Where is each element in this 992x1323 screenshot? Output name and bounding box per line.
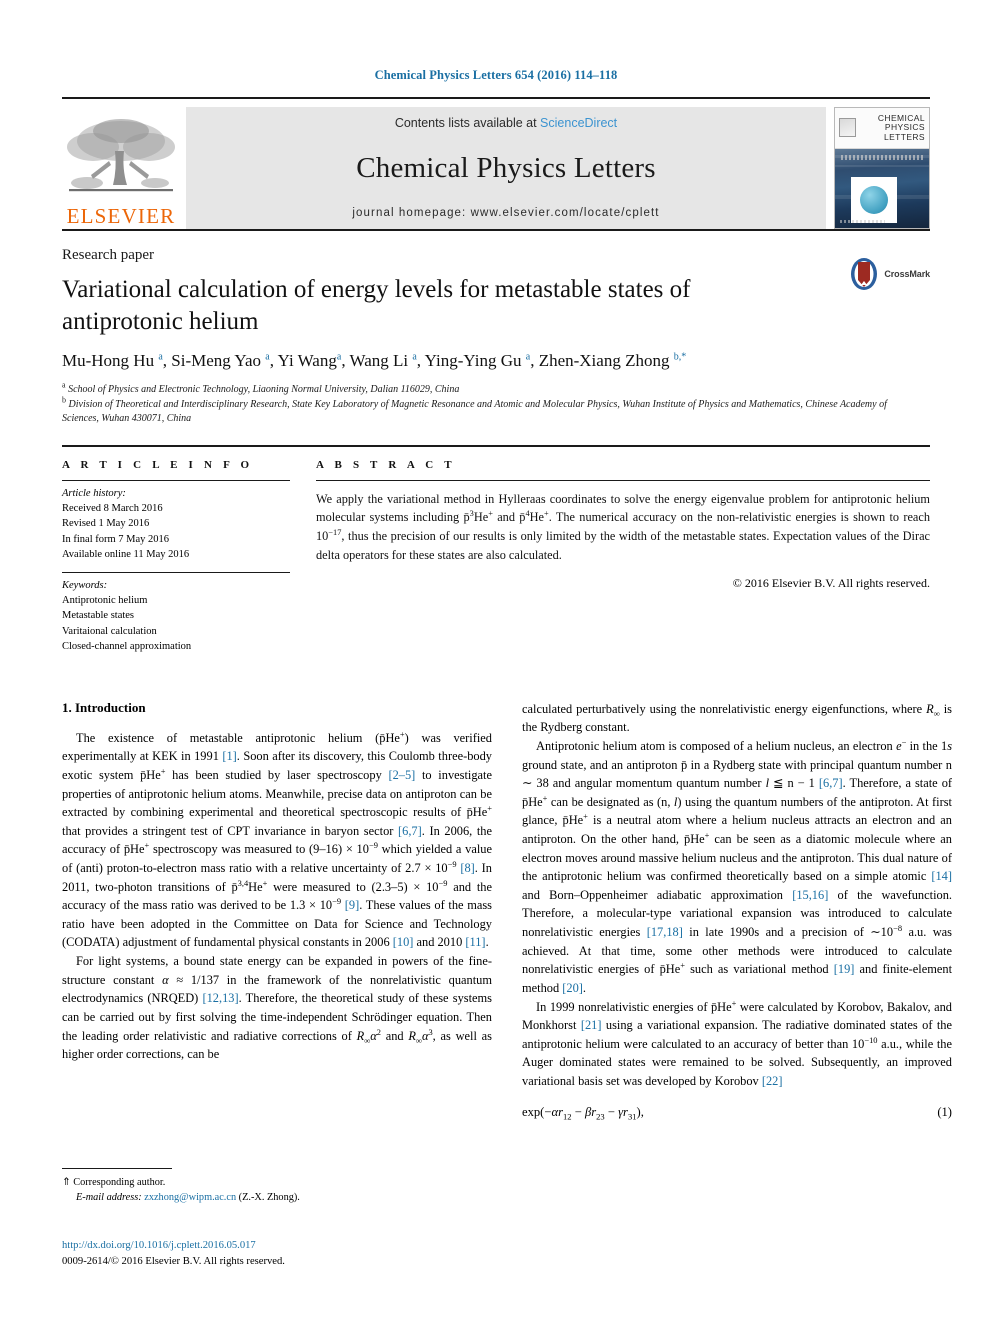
cover-strip	[835, 164, 929, 167]
email-note: E-mail address: zxzhong@wipm.ac.cn (Z.-X…	[62, 1190, 492, 1205]
keywords-label: Keywords:	[62, 579, 108, 591]
cover-molecule-image	[851, 176, 897, 223]
crossmark-label: CrossMark	[884, 269, 930, 279]
title-block: Research paper Variational calculation o…	[62, 229, 930, 427]
contents-prefix: Contents lists available at	[394, 116, 541, 130]
cover-caption-bar	[841, 154, 923, 160]
footnote-block: ⇑ Corresponding author. E-mail address: …	[62, 1168, 492, 1206]
doi-link[interactable]: http://dx.doi.org/10.1016/j.cplett.2016.…	[62, 1238, 492, 1254]
abstract-text: We apply the variational method in Hylle…	[316, 491, 930, 562]
keyword-item: Antiprotonic helium	[62, 594, 148, 606]
elsevier-tree-icon	[67, 119, 175, 192]
paragraph: Antiprotonic helium atom is composed of …	[522, 736, 953, 995]
contents-available-line: Contents lists available at ScienceDirec…	[395, 116, 617, 130]
journal-homepage-link[interactable]: journal homepage: www.elsevier.com/locat…	[352, 207, 659, 219]
paper-page: Chemical Physics Letters 654 (2016) 114–…	[0, 0, 992, 1323]
affiliation-b: b Division of Theoretical and Interdisci…	[62, 395, 887, 425]
email-label: E-mail address:	[76, 1192, 142, 1204]
paragraph: For light systems, a bound state energy …	[62, 954, 492, 1062]
abstract-heading: A B S T R A C T	[316, 458, 456, 471]
equation-expression: exp(−αr12 − βr23 − γr31),	[522, 1104, 644, 1122]
article-history-group: Article history: Received 8 March 2016 R…	[62, 481, 290, 572]
cover-globe	[860, 185, 888, 214]
paragraph: In 1999 nonrelativistic energies of p̄He…	[522, 997, 952, 1088]
article-info-column: A R T I C L E I N F O Article history: R…	[62, 459, 290, 664]
author-list: Mu-Hong Hu a, Si-Meng Yao a, Yi Wanga, W…	[62, 351, 687, 370]
corresponding-author-text: Corresponding author.	[73, 1177, 166, 1188]
keyword-item: Metastable states	[62, 610, 135, 622]
article-history-label: Article history:	[62, 487, 126, 499]
affiliation-a-text: School of Physics and Electronic Technol…	[68, 384, 460, 395]
keywords-group: Keywords: Antiprotonic helium Metastable…	[62, 573, 290, 664]
section-heading-introduction: 1. Introduction	[62, 699, 146, 715]
journal-title: Chemical Physics Letters	[356, 152, 656, 184]
body-right-column: calculated perturbatively using the nonr…	[522, 700, 953, 1122]
journal-cover-thumbnail: CHEMICAL PHYSICS LETTERS	[834, 107, 930, 229]
cover-header: CHEMICAL PHYSICS LETTERS	[835, 108, 929, 149]
page-title: Variational calculation of energy levels…	[62, 276, 691, 335]
cover-elsevier-icon	[839, 118, 856, 138]
corresponding-author-note: ⇑ Corresponding author.	[62, 1175, 492, 1190]
paragraph: calculated perturbatively using the nonr…	[522, 701, 952, 735]
email-owner: (Z.-X. Zhong).	[238, 1192, 300, 1204]
affiliation-b-text: Division of Theoretical and Interdiscipl…	[62, 398, 887, 425]
email-link[interactable]: zxzhong@wipm.ac.cn	[144, 1192, 236, 1203]
history-item: Available online 11 May 2016	[62, 549, 190, 561]
keyword-item: Closed-channel approximation	[62, 641, 192, 653]
crossmark-icon	[851, 258, 878, 290]
history-item: In final form 7 May 2016	[62, 533, 170, 545]
elsevier-logo: ELSEVIER	[62, 107, 180, 229]
history-item: Revised 1 May 2016	[62, 518, 150, 530]
corresponding-marker-icon: ⇑	[62, 1177, 71, 1188]
running-head: Chemical Physics Letters 654 (2016) 114–…	[374, 68, 618, 82]
body-left-column: 1. Introduction The existence of metasta…	[62, 700, 492, 1120]
article-info-heading: A R T I C L E I N F O	[62, 458, 254, 471]
page-footer: http://dx.doi.org/10.1016/j.cplett.2016.…	[62, 1238, 492, 1269]
footnote-divider	[62, 1168, 172, 1169]
article-type-kicker: Research paper	[62, 247, 155, 263]
info-abstract-region: A R T I C L E I N F O Article history: R…	[62, 444, 930, 664]
abstract-copyright: © 2016 Elsevier B.V. All rights reserved…	[732, 576, 930, 591]
cover-footer-bar	[840, 219, 885, 223]
elsevier-wordmark: ELSEVIER	[66, 204, 176, 228]
keyword-item: Varitaional calculation	[62, 625, 157, 637]
abstract-column: A B S T R A C T We apply the variational…	[316, 459, 930, 664]
issn-copyright-line: 0009-2614/© 2016 Elsevier B.V. All right…	[62, 1255, 285, 1267]
sciencedirect-link[interactable]: ScienceDirect	[540, 116, 617, 130]
equation-number: (1)	[937, 1104, 952, 1119]
crossmark-badge[interactable]: CrossMark	[847, 257, 930, 291]
affiliation-a: a School of Physics and Electronic Techn…	[62, 380, 460, 395]
equation-1: exp(−αr12 − βr23 − γr31), (1)	[522, 1104, 952, 1122]
body-two-column: 1. Introduction The existence of metasta…	[62, 700, 952, 1121]
paragraph: The existence of metastable antiprotonic…	[62, 728, 492, 950]
cover-artwork	[835, 148, 929, 228]
history-item: Received 8 March 2016	[62, 502, 163, 514]
journal-band: Contents lists available at ScienceDirec…	[186, 107, 826, 229]
journal-masthead: ELSEVIER Contents lists available at Sci…	[62, 97, 930, 229]
cover-journal-title: CHEMICAL PHYSICS LETTERS	[877, 112, 925, 142]
